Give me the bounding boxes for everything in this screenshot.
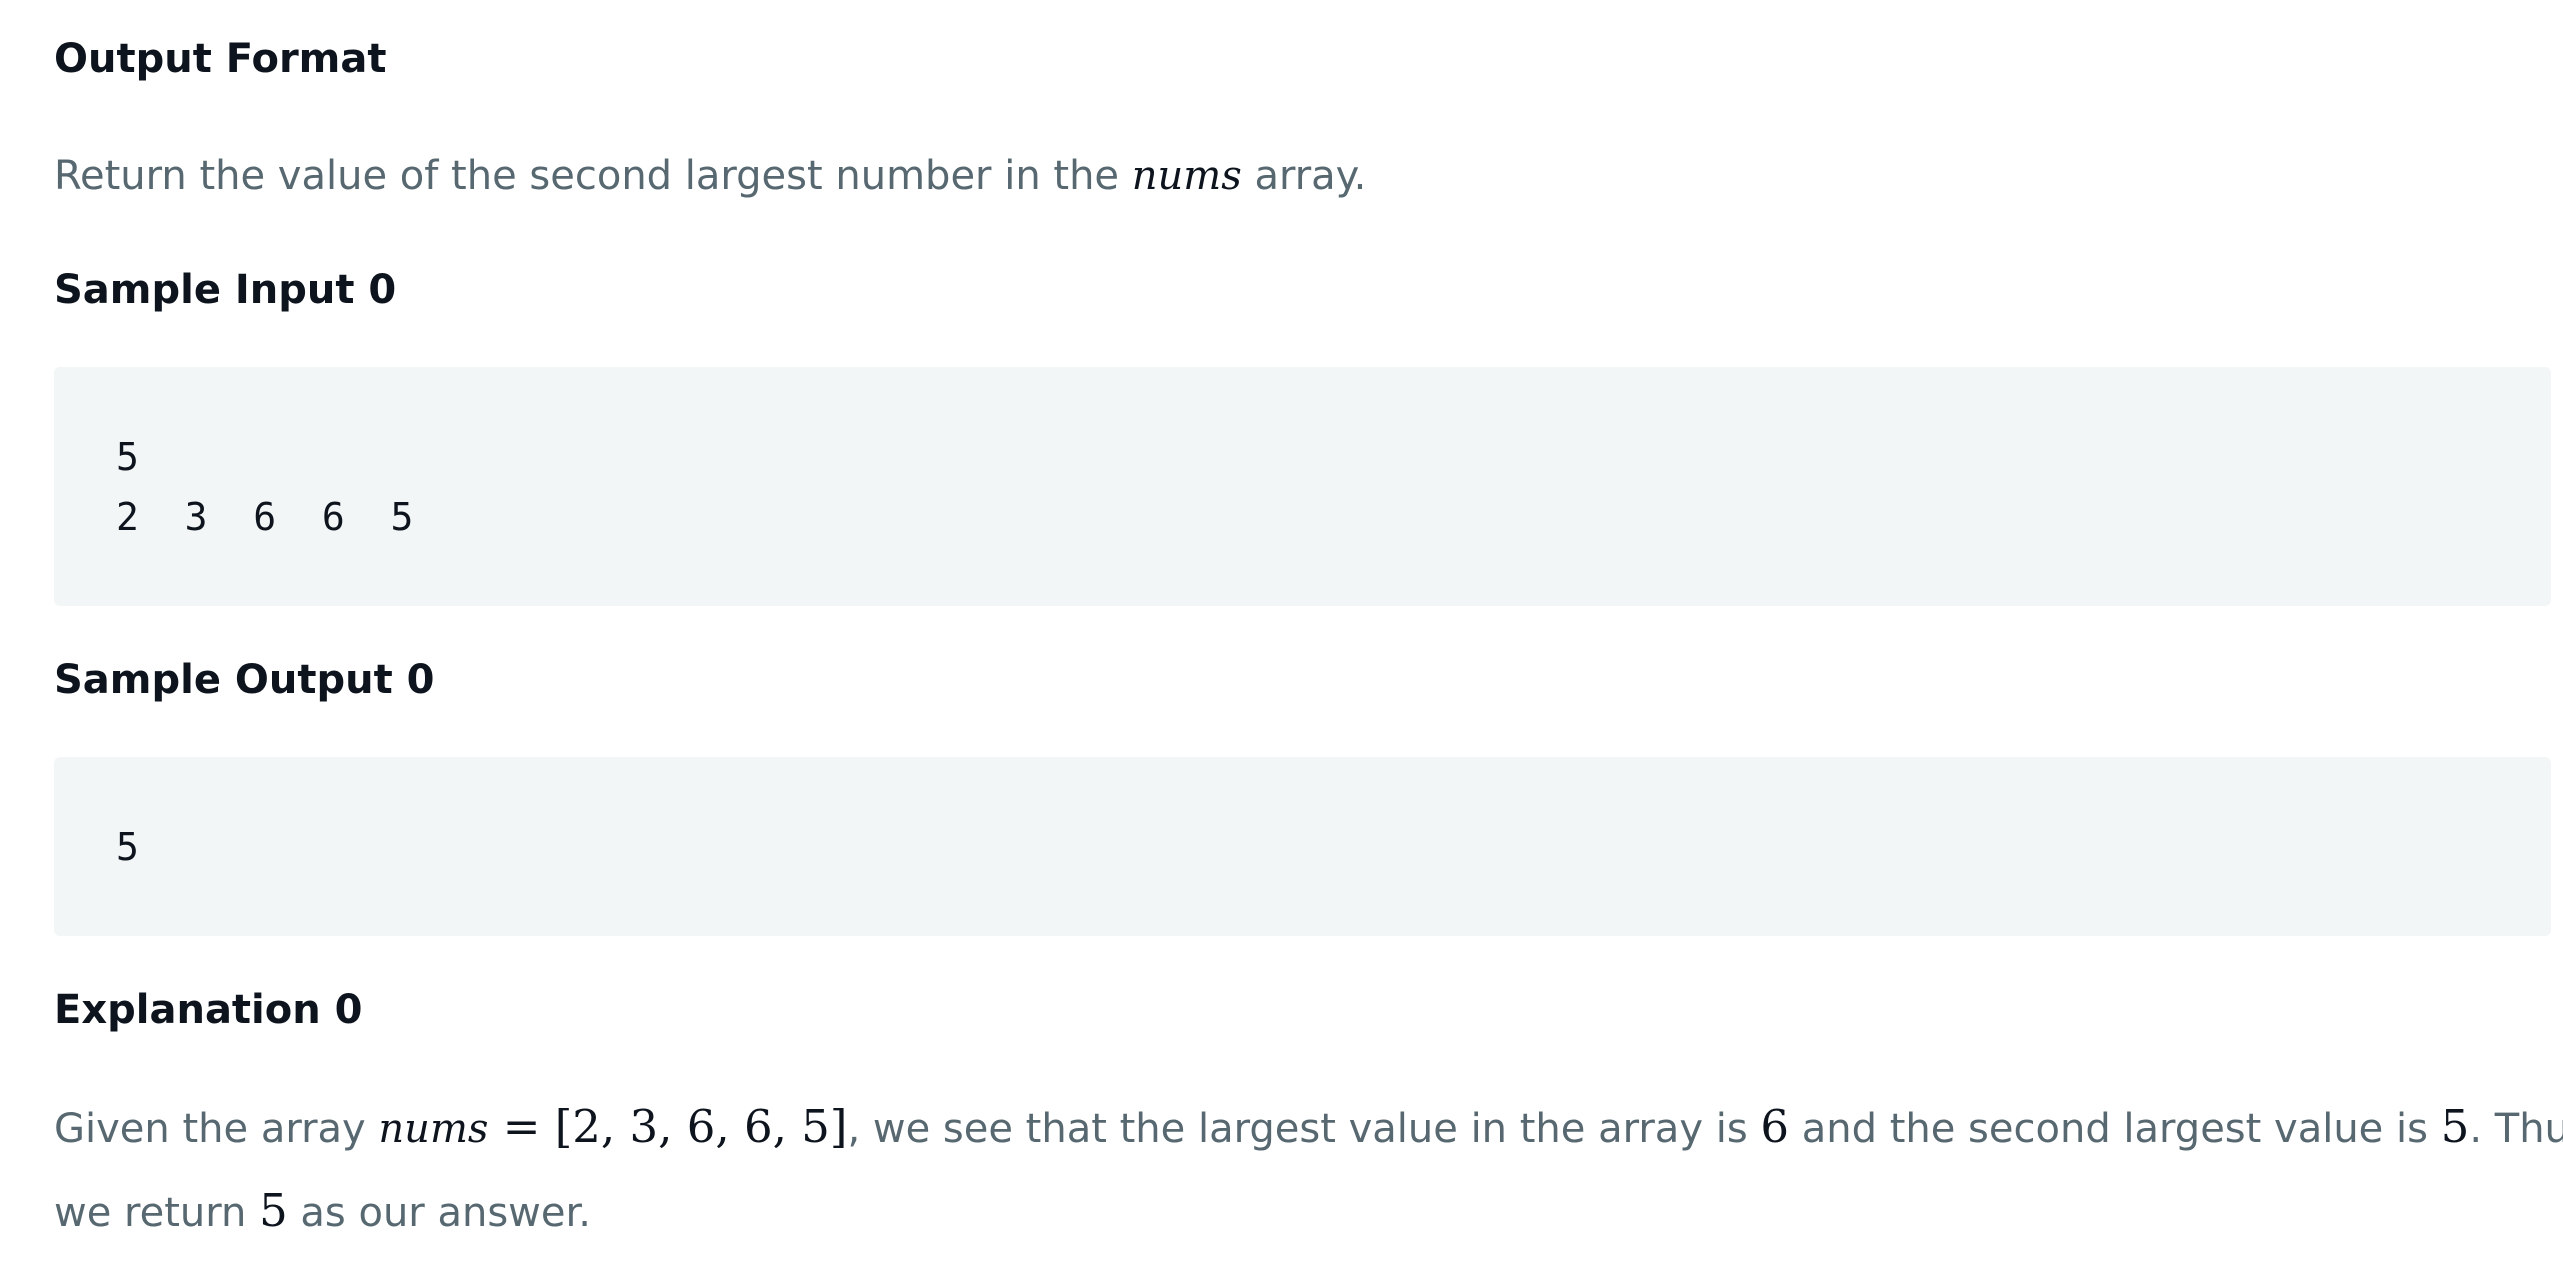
- array-literal: [2, 3, 6, 6, 5]: [554, 1100, 848, 1153]
- output-format-heading: Output Format: [54, 36, 387, 82]
- sample-output-block: 5: [54, 757, 2551, 936]
- explanation-text-2: , we see that the largest value in the a…: [847, 1106, 1761, 1152]
- explanation-text-3: and the second largest value is: [1789, 1106, 2441, 1152]
- output-format-text-before: Return the value of the second largest n…: [54, 153, 1132, 199]
- explanation-heading: Explanation 0: [54, 987, 363, 1033]
- sample-input-block: 5 2 3 6 6 5: [54, 367, 2551, 606]
- equals-sign: =: [488, 1100, 555, 1153]
- output-format-text-after: array.: [1241, 153, 1367, 199]
- sample-output-heading: Sample Output 0: [54, 657, 435, 703]
- explanation-text-4: . Thus,: [2469, 1106, 2563, 1152]
- nums-variable: nums: [1131, 153, 1242, 199]
- explanation-line-1: Given the array nums = [2, 3, 6, 6, 5], …: [54, 1092, 2563, 1164]
- sample-output-line-1: 5: [116, 825, 139, 869]
- problem-statement: Output Format Return the value of the se…: [0, 0, 2563, 1261]
- sample-input-line-1: 5: [116, 435, 139, 479]
- explanation-line2-text-2: as our answer.: [287, 1190, 591, 1236]
- nums-variable: nums: [378, 1106, 489, 1152]
- explanation-line2-text-1: we return: [54, 1190, 260, 1236]
- sample-input-line-2: 2 3 6 6 5: [116, 495, 414, 539]
- explanation-text-1: Given the array: [54, 1106, 379, 1152]
- output-format-description: Return the value of the second largest n…: [54, 146, 1366, 206]
- largest-value: 6: [1760, 1100, 1790, 1153]
- answer-value: 5: [259, 1184, 288, 1237]
- explanation-line-2: we return 5 as our answer.: [54, 1176, 591, 1248]
- second-largest-value: 5: [2440, 1100, 2470, 1153]
- sample-input-heading: Sample Input 0: [54, 267, 397, 313]
